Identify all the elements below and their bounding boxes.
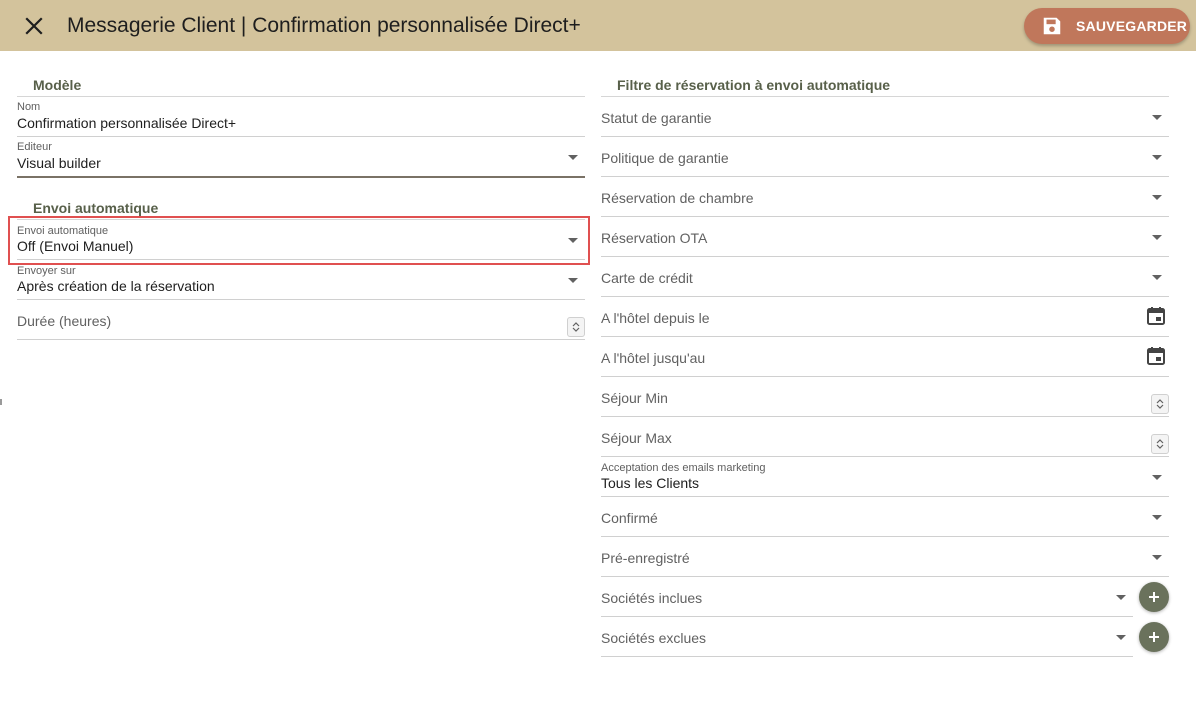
envoyer-sur-select[interactable]: Envoyer sur Après création de la réserva… bbox=[17, 260, 585, 300]
envoi-automatique-label: Envoi automatique bbox=[17, 225, 109, 237]
chevron-down-icon bbox=[1152, 235, 1162, 240]
envoi-automatique-select[interactable]: Envoi automatique Off (Envoi Manuel) bbox=[17, 220, 585, 260]
hotel-jusqu-date-field[interactable]: A l'hôtel jusqu'au bbox=[601, 337, 1169, 377]
field-underline bbox=[601, 656, 1133, 657]
reservation-chambre-select[interactable]: Réservation de chambre bbox=[601, 177, 1169, 217]
editeur-select[interactable]: Editeur Visual builder bbox=[17, 137, 585, 178]
chevron-down-icon bbox=[1152, 115, 1162, 120]
acceptation-value: Tous les Clients bbox=[601, 475, 700, 491]
envoyer-sur-value: Après création de la réservation bbox=[17, 278, 215, 294]
chevron-down-icon bbox=[568, 238, 578, 243]
calendar-icon[interactable] bbox=[1146, 346, 1166, 366]
plus-icon bbox=[1149, 632, 1159, 642]
nom-value: Confirmation personnalisée Direct+ bbox=[17, 115, 237, 131]
sejour-min-label: Séjour Min bbox=[601, 390, 668, 406]
plus-icon bbox=[1149, 592, 1159, 602]
pre-enregistre-select[interactable]: Pré-enregistré bbox=[601, 537, 1169, 577]
save-button-label: SAUVEGARDER bbox=[1076, 18, 1188, 34]
nom-label: Nom bbox=[17, 101, 41, 113]
chevron-down-icon bbox=[1116, 595, 1126, 600]
section-title-filtre: Filtre de réservation à envoi automatiqu… bbox=[617, 77, 891, 93]
pre-enregistre-label: Pré-enregistré bbox=[601, 550, 690, 566]
sejour-min-input[interactable]: Séjour Min bbox=[601, 377, 1169, 417]
chevron-down-icon bbox=[1152, 555, 1162, 560]
duree-input[interactable]: Durée (heures) bbox=[17, 300, 585, 340]
sejour-max-input[interactable]: Séjour Max bbox=[601, 417, 1169, 457]
calendar-icon[interactable] bbox=[1146, 306, 1166, 326]
statut-garantie-label: Statut de garantie bbox=[601, 110, 712, 126]
envoyer-sur-label: Envoyer sur bbox=[17, 265, 76, 277]
duree-placeholder: Durée (heures) bbox=[17, 313, 112, 329]
chevron-down-icon bbox=[1116, 635, 1126, 640]
reservation-ota-label: Réservation OTA bbox=[601, 230, 708, 246]
spinner-icon[interactable] bbox=[1151, 394, 1169, 414]
chevron-down-icon bbox=[568, 155, 578, 160]
field-underline bbox=[17, 339, 585, 340]
statut-garantie-select[interactable]: Statut de garantie bbox=[601, 97, 1169, 137]
add-societe-incluse-button[interactable] bbox=[1139, 582, 1169, 612]
chevron-down-icon bbox=[1152, 275, 1162, 280]
spinner-icon[interactable] bbox=[567, 317, 585, 337]
societes-incluses-select[interactable]: Sociétés inclues bbox=[601, 577, 1133, 617]
nom-field[interactable]: Nom Confirmation personnalisée Direct+ bbox=[17, 97, 585, 137]
editeur-value: Visual builder bbox=[17, 155, 101, 171]
envoi-automatique-value: Off (Envoi Manuel) bbox=[17, 238, 134, 254]
societes-exclues-label: Sociétés exclues bbox=[601, 630, 707, 646]
confirme-label: Confirmé bbox=[601, 510, 658, 526]
acceptation-emails-select[interactable]: Acceptation des emails marketing Tous le… bbox=[601, 457, 1169, 497]
chevron-down-icon bbox=[568, 278, 578, 283]
acceptation-label: Acceptation des emails marketing bbox=[601, 462, 766, 474]
chevron-down-icon bbox=[1152, 475, 1162, 480]
chevron-down-icon bbox=[1152, 195, 1162, 200]
hotel-depuis-label: A l'hôtel depuis le bbox=[601, 310, 710, 326]
hotel-depuis-date-field[interactable]: A l'hôtel depuis le bbox=[601, 297, 1169, 337]
page-title: Messagerie Client | Confirmation personn… bbox=[67, 14, 581, 37]
politique-garantie-select[interactable]: Politique de garantie bbox=[601, 137, 1169, 177]
field-underline bbox=[17, 176, 585, 178]
societes-exclues-select[interactable]: Sociétés exclues bbox=[601, 617, 1133, 657]
reservation-chambre-label: Réservation de chambre bbox=[601, 190, 754, 206]
chevron-down-icon bbox=[1152, 155, 1162, 160]
scroll-marker bbox=[0, 399, 2, 405]
reservation-ota-select[interactable]: Réservation OTA bbox=[601, 217, 1169, 257]
floppy-disk-icon bbox=[1043, 17, 1061, 35]
carte-credit-label: Carte de crédit bbox=[601, 270, 693, 286]
confirme-select[interactable]: Confirmé bbox=[601, 497, 1169, 537]
top-app-bar: Messagerie Client | Confirmation personn… bbox=[0, 0, 1196, 51]
spinner-icon[interactable] bbox=[1151, 434, 1169, 454]
hotel-jusqu-label: A l'hôtel jusqu'au bbox=[601, 350, 706, 366]
close-icon[interactable] bbox=[22, 14, 46, 38]
section-title-envoi-automatique: Envoi automatique bbox=[33, 200, 159, 216]
editeur-label: Editeur bbox=[17, 141, 52, 153]
politique-garantie-label: Politique de garantie bbox=[601, 150, 729, 166]
add-societe-exclue-button[interactable] bbox=[1139, 622, 1169, 652]
societes-incluses-label: Sociétés inclues bbox=[601, 590, 703, 606]
save-button[interactable]: SAUVEGARDER bbox=[1024, 8, 1190, 44]
sejour-max-label: Séjour Max bbox=[601, 430, 672, 446]
chevron-down-icon bbox=[1152, 515, 1162, 520]
section-title-modele: Modèle bbox=[33, 77, 82, 93]
carte-credit-select[interactable]: Carte de crédit bbox=[601, 257, 1169, 297]
